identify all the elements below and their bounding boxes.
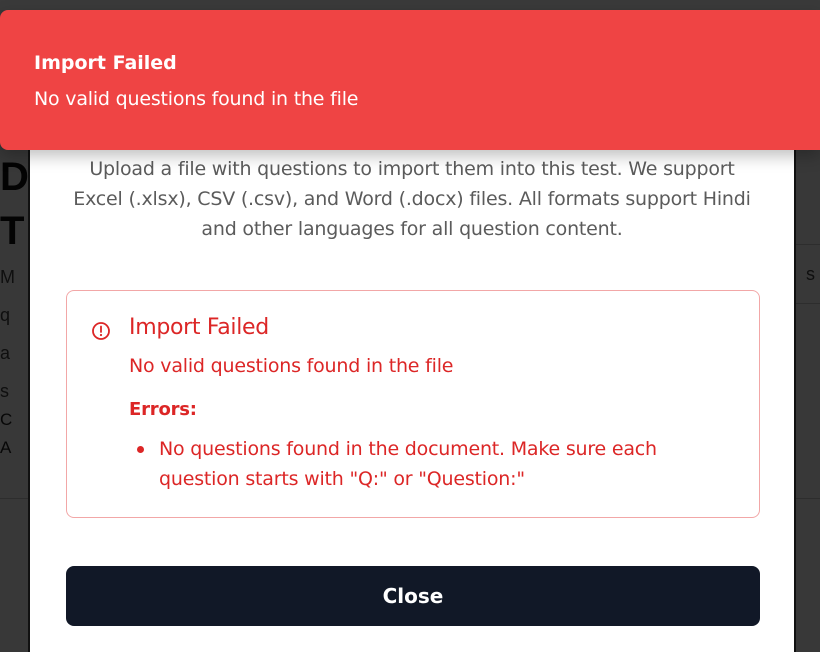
bullet-icon	[137, 446, 144, 453]
error-toast[interactable]: Import Failed No valid questions found i…	[0, 10, 820, 150]
error-list-item: No questions found in the document. Make…	[129, 434, 729, 494]
alert-title: Import Failed	[129, 315, 269, 340]
toast-message: No valid questions found in the file	[34, 88, 359, 110]
errors-list: No questions found in the document. Make…	[129, 434, 729, 494]
alert-circle-icon	[91, 321, 111, 341]
dialog-description: Upload a file with questions to import t…	[73, 158, 751, 240]
errors-label: Errors:	[129, 399, 197, 420]
error-item-text: No questions found in the document. Make…	[159, 438, 657, 490]
top-strip	[0, 0, 820, 10]
alert-message: No valid questions found in the file	[129, 355, 454, 377]
toast-title: Import Failed	[34, 52, 177, 74]
import-error-alert: Import Failed No valid questions found i…	[66, 290, 760, 518]
close-button[interactable]: Close	[66, 566, 760, 626]
